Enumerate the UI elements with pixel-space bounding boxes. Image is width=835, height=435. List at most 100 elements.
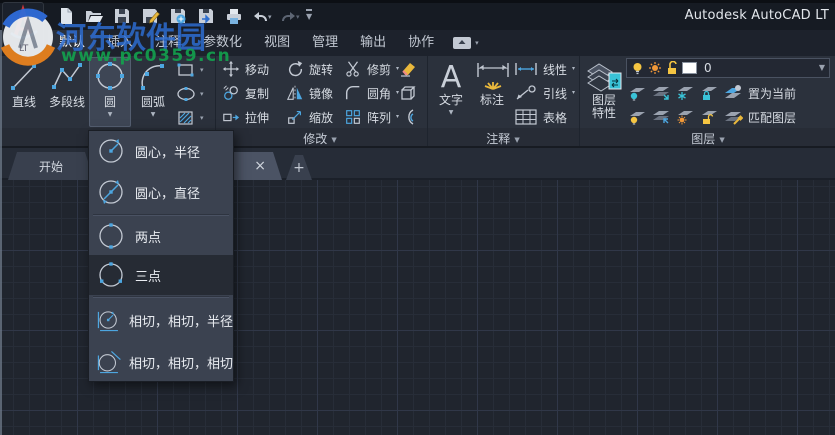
- array-button[interactable]: 阵列 ▾: [344, 107, 399, 127]
- redo-dropdown-caret[interactable]: ▾: [296, 7, 300, 27]
- set-current-button[interactable]: 置为当前: [723, 83, 796, 103]
- dimension-button[interactable]: 标注: [472, 57, 512, 127]
- ribbon-tab-annotate[interactable]: 注释: [144, 30, 192, 56]
- save-as-icon[interactable]: [140, 6, 162, 26]
- menu-separator: [93, 296, 229, 298]
- arc-dropdown-caret[interactable]: ▼: [132, 111, 174, 118]
- undo-dropdown-caret[interactable]: ▾: [268, 7, 272, 27]
- layer-on-button[interactable]: [627, 107, 647, 127]
- layer-off-button[interactable]: [627, 83, 647, 103]
- layer-unlock-button[interactable]: [699, 107, 719, 127]
- ribbon-display-toggle[interactable]: ▾: [445, 30, 487, 56]
- rotate-button[interactable]: 旋转: [286, 59, 333, 79]
- layers-panel-label[interactable]: 图层 ▼: [668, 130, 748, 150]
- menu-item-two-point[interactable]: 两点: [89, 217, 233, 255]
- circle-tan-tan-radius-icon: [97, 311, 118, 332]
- close-tab-icon[interactable]: ×: [254, 157, 266, 175]
- circle-dropdown-menu: 圆心，半径 圆心，直径 两点 三点 相切，相切，半径 相切，相切，相切: [88, 130, 234, 382]
- match-layer-icon: [725, 112, 743, 125]
- ribbon-tab-collaborate[interactable]: 协作: [397, 30, 445, 56]
- rectangle-button[interactable]: ▾: [176, 59, 212, 81]
- file-tab-start[interactable]: 开始: [8, 152, 94, 180]
- layer-thaw-button[interactable]: [675, 107, 695, 127]
- trim-button[interactable]: 修剪 ▾: [344, 59, 399, 79]
- new-file-icon[interactable]: [56, 6, 78, 26]
- copy-button[interactable]: 复制: [222, 83, 269, 103]
- qat-customize-icon[interactable]: ▼: [306, 9, 313, 22]
- circle-dropdown-caret[interactable]: ▼: [89, 111, 131, 118]
- rectangle-dropdown-caret[interactable]: ▾: [200, 60, 204, 80]
- line-button-label: 直线: [11, 95, 36, 109]
- leader-button[interactable]: 引线 ▾: [514, 83, 575, 103]
- menu-item-center-diameter[interactable]: 圆心，直径: [89, 171, 233, 213]
- arc-button[interactable]: 圆弧 ▼: [132, 57, 174, 127]
- fillet-button[interactable]: 圆角 ▾: [344, 83, 399, 103]
- layer-select-combo[interactable]: 0 ▼: [626, 58, 830, 78]
- application-menu-button[interactable]: [2, 2, 44, 48]
- mirror-label: 镜像: [309, 86, 334, 101]
- hatch-dropdown-caret[interactable]: ▾: [200, 108, 204, 128]
- dimension-button-label: 标注: [479, 93, 504, 107]
- erase-button[interactable]: [398, 59, 418, 79]
- menu-item-label: 圆心，直径: [135, 186, 201, 202]
- linear-dim-caret[interactable]: ▾: [572, 59, 575, 79]
- table-icon: [515, 109, 537, 125]
- hatch-icon: [178, 111, 193, 125]
- open-folder-icon[interactable]: [84, 6, 106, 26]
- ribbon-minimize-icon: [453, 37, 472, 49]
- mirror-button[interactable]: 镜像: [286, 83, 333, 103]
- line-button[interactable]: 直线: [3, 57, 45, 127]
- layer-freeze-button[interactable]: [675, 83, 695, 103]
- save-to-web-icon[interactable]: [168, 6, 190, 26]
- arc-icon: [135, 59, 171, 95]
- annotation-panel-label[interactable]: 注释 ▼: [463, 130, 543, 150]
- table-button[interactable]: 表格: [514, 107, 567, 127]
- explode-button[interactable]: [398, 83, 418, 103]
- ribbon-tab-view[interactable]: 视图: [253, 30, 301, 56]
- autocad-logo-icon: [10, 4, 38, 39]
- layer-properties-button[interactable]: 图层 特性: [584, 57, 624, 127]
- batch-plot-icon[interactable]: [196, 6, 218, 26]
- circle-3-point-icon: [99, 262, 123, 287]
- match-layer-button[interactable]: 匹配图层: [723, 107, 796, 127]
- panel-separator: [427, 56, 428, 146]
- new-drawing-tab-button[interactable]: +: [286, 155, 312, 180]
- ellipse-button[interactable]: ▾: [176, 83, 212, 105]
- scale-icon: [288, 111, 301, 124]
- ribbon-tab-default[interactable]: 默认: [48, 30, 97, 56]
- trim-label: 修剪: [367, 62, 392, 77]
- layer-isolate-button[interactable]: [651, 83, 671, 103]
- ribbon-tab-insert[interactable]: 插入: [96, 30, 144, 56]
- ribbon-tab-manage[interactable]: 管理: [301, 30, 349, 56]
- menu-item-tan-tan-tan[interactable]: 相切，相切，相切: [89, 341, 233, 383]
- menu-item-tan-tan-radius[interactable]: 相切，相切，半径: [89, 299, 233, 341]
- arc-button-label: 圆弧: [140, 95, 165, 109]
- circle-button[interactable]: 圆 ▼: [89, 57, 131, 127]
- menu-item-three-point[interactable]: 三点: [89, 255, 233, 295]
- save-icon[interactable]: [112, 6, 134, 26]
- menu-item-center-radius[interactable]: 圆心，半径: [89, 131, 233, 171]
- circle-button-label: 圆: [103, 95, 116, 109]
- modify-panel-label[interactable]: 修改 ▼: [280, 130, 360, 150]
- array-icon: [346, 110, 360, 124]
- ribbon-tab-output[interactable]: 输出: [349, 30, 397, 56]
- move-button[interactable]: 移动: [222, 59, 269, 79]
- line-icon: [6, 59, 42, 95]
- leader-caret[interactable]: ▾: [572, 83, 575, 103]
- menu-item-label: 三点: [135, 269, 162, 285]
- annotation-panel-caret: ▼: [514, 136, 520, 144]
- stretch-button[interactable]: 拉伸: [222, 107, 269, 127]
- ellipse-dropdown-caret[interactable]: ▾: [200, 84, 204, 104]
- text-dropdown-caret[interactable]: ▼: [432, 109, 470, 116]
- menu-item-label: 相切，相切，半径: [128, 314, 233, 330]
- scale-button[interactable]: 缩放: [286, 107, 333, 127]
- text-button[interactable]: A 文字 ▼: [432, 57, 470, 127]
- layer-unisolate-button[interactable]: [651, 107, 671, 127]
- ribbon-tab-parametric[interactable]: 参数化: [192, 30, 253, 56]
- layer-lock-button[interactable]: [699, 83, 719, 103]
- linear-dimension-button[interactable]: 线性 ▾: [514, 59, 575, 79]
- hatch-button[interactable]: ▾: [176, 107, 212, 129]
- plot-icon[interactable]: [224, 6, 246, 26]
- offset-button[interactable]: [398, 107, 418, 127]
- polyline-button[interactable]: 多段线: [45, 57, 89, 127]
